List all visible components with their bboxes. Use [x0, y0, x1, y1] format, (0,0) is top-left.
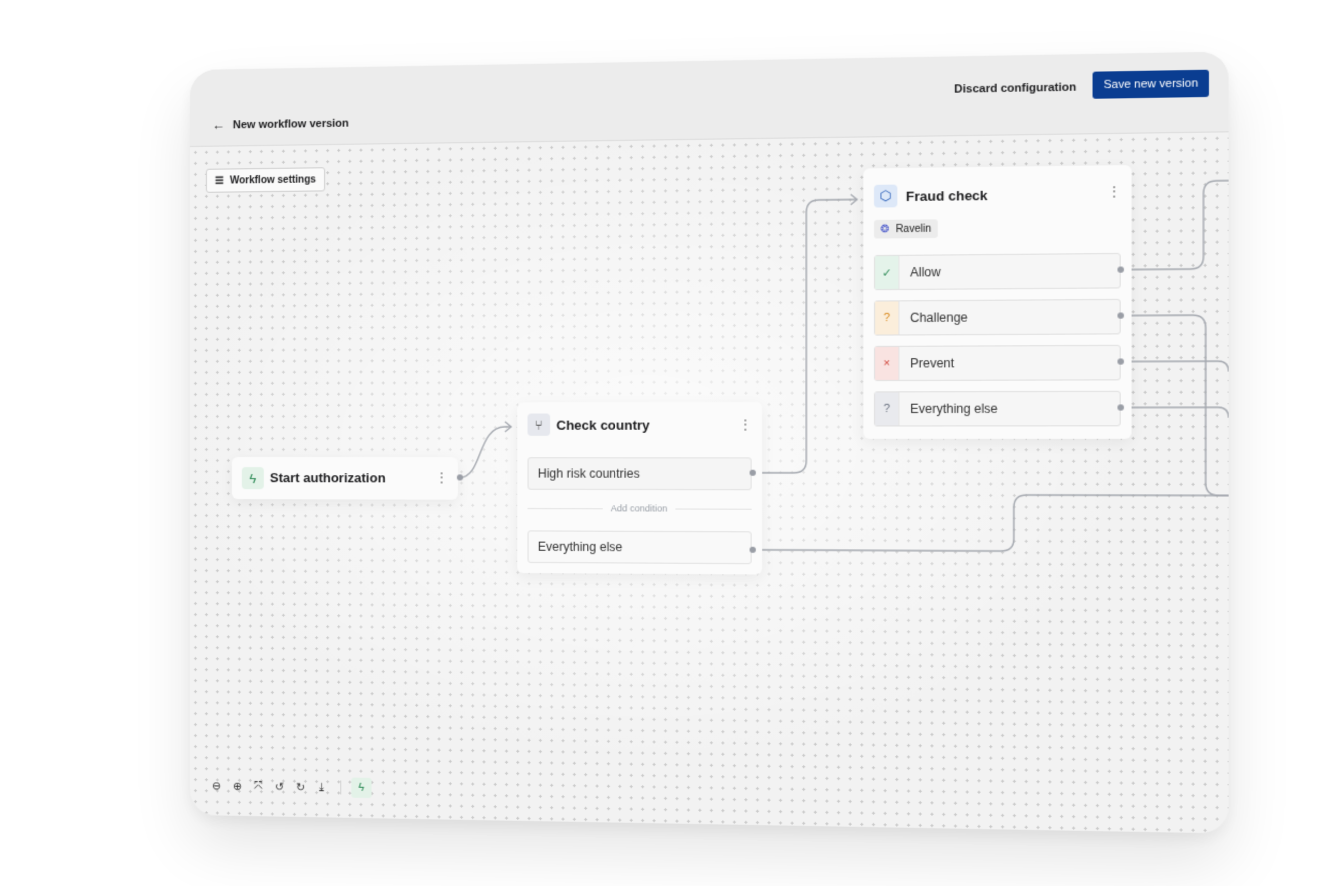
- outcome-everything-else[interactable]: ? Everything else: [873, 390, 1121, 427]
- outcome-challenge[interactable]: ? Challenge: [873, 298, 1121, 336]
- zoom-out-icon[interactable]: ⊖: [208, 777, 225, 794]
- outcome-label: Everything else: [910, 401, 998, 417]
- cube-icon: ⬡: [873, 184, 898, 208]
- fraud-check-node[interactable]: ⬡ Fraud check ⋮ ❂ Ravelin ✓ Allow ? Chal…: [863, 165, 1132, 439]
- workflow-settings-button[interactable]: ☰ Workflow settings: [205, 167, 326, 193]
- everything-else-output-port[interactable]: [1117, 404, 1124, 411]
- condition-label: Everything else: [537, 539, 623, 555]
- wire-else-out: [1121, 407, 1229, 418]
- divider: [527, 507, 603, 509]
- discard-button[interactable]: Discard configuration: [954, 81, 1076, 95]
- prevent-output-port[interactable]: [1117, 358, 1124, 365]
- check-icon: ✓: [875, 255, 900, 290]
- workflow-canvas[interactable]: ☰ Workflow settings ϟ Start authorizatio…: [190, 132, 1229, 834]
- high-risk-output-port[interactable]: [749, 469, 756, 476]
- wire-start-to-check: [460, 427, 511, 478]
- divider: [675, 507, 752, 510]
- outcome-label: Allow: [910, 264, 941, 280]
- workflow-editor-window: ← New workflow version Discard configura…: [190, 51, 1229, 834]
- outcome-allow[interactable]: ✓ Allow: [873, 252, 1121, 291]
- else-output-port[interactable]: [749, 546, 756, 553]
- check-country-node[interactable]: ⑂ Check country ⋮ High risk countries Ad…: [517, 401, 763, 575]
- condition-label: High risk countries: [537, 466, 640, 481]
- add-condition-button[interactable]: Add condition: [527, 501, 752, 516]
- condition-high-risk-countries[interactable]: High risk countries: [527, 457, 752, 491]
- question-icon: ?: [875, 392, 900, 426]
- wire-prevent-out: [1121, 361, 1229, 372]
- outcome-label: Challenge: [910, 310, 968, 326]
- canvas-toolbar: ⊖ ⊕ ⤧ ↺ ↻ ⤓ ϟ: [208, 775, 372, 799]
- wire-else-to-next: [753, 494, 1229, 552]
- fit-view-icon[interactable]: ⤧: [250, 777, 267, 794]
- zoom-in-icon[interactable]: ⊕: [229, 777, 246, 794]
- node-menu-icon[interactable]: ⋮: [739, 417, 752, 431]
- wire-allow-out: [1121, 181, 1229, 270]
- fraud-check-title: Fraud check: [905, 187, 988, 205]
- undo-icon[interactable]: ↺: [271, 778, 288, 795]
- node-menu-icon[interactable]: ⋮: [436, 470, 448, 484]
- close-icon: ×: [875, 346, 900, 381]
- back-link[interactable]: ← New workflow version: [212, 116, 349, 133]
- redo-icon[interactable]: ↻: [292, 778, 309, 795]
- wire-high-risk-to-fraud: [753, 199, 857, 472]
- back-label: New workflow version: [232, 117, 349, 131]
- allow-output-port[interactable]: [1117, 266, 1124, 273]
- wire-challenge-out: [1121, 315, 1229, 496]
- bolt-icon[interactable]: ϟ: [351, 777, 372, 799]
- toolbar-divider: [340, 780, 342, 795]
- question-icon: ?: [875, 301, 900, 335]
- arrow-left-icon: ←: [211, 117, 225, 133]
- node-menu-icon[interactable]: ⋮: [1108, 184, 1121, 199]
- ravelin-logo-icon: ❂: [880, 223, 890, 235]
- start-output-port[interactable]: [456, 474, 464, 481]
- sliders-icon: ☰: [214, 175, 224, 187]
- workflow-settings-label: Workflow settings: [229, 173, 316, 187]
- provider-badge: ❂ Ravelin: [873, 219, 938, 239]
- add-condition-label: Add condition: [610, 503, 668, 514]
- start-node-title: Start authorization: [269, 470, 386, 486]
- check-country-title: Check country: [556, 417, 650, 433]
- outcome-prevent[interactable]: × Prevent: [873, 344, 1121, 382]
- download-icon[interactable]: ⤓: [313, 778, 330, 795]
- start-authorization-node[interactable]: ϟ Start authorization ⋮: [231, 457, 458, 500]
- challenge-output-port[interactable]: [1117, 312, 1124, 319]
- bolt-icon: ϟ: [241, 467, 264, 490]
- outcome-label: Prevent: [910, 355, 955, 371]
- provider-name: Ravelin: [895, 222, 932, 235]
- top-bar: ← New workflow version Discard configura…: [190, 51, 1229, 147]
- condition-everything-else[interactable]: Everything else: [527, 530, 752, 565]
- branch-icon: ⑂: [527, 413, 551, 436]
- save-new-version-button[interactable]: Save new version: [1092, 69, 1209, 99]
